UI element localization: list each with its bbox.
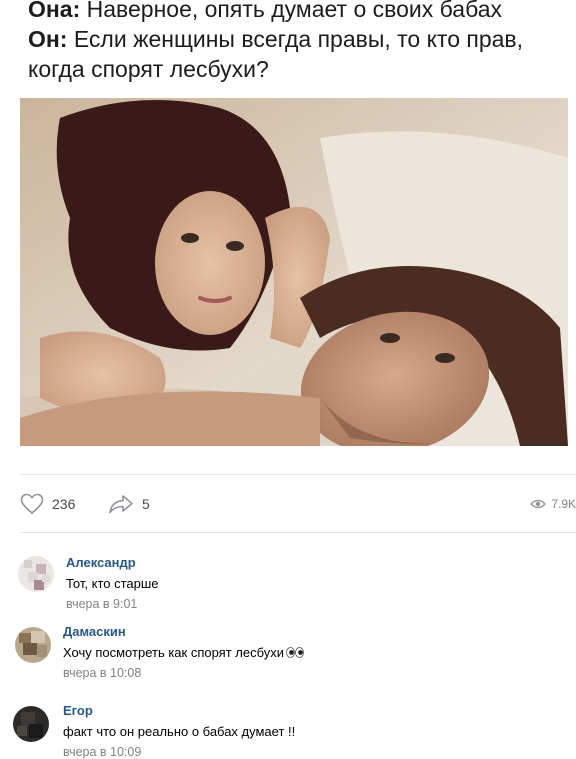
avatar[interactable]	[18, 556, 54, 592]
views-indicator: 7.9K	[530, 488, 576, 520]
avatar-image	[18, 556, 54, 592]
comment-text: Хочу посмотреть как спорят лесбухи	[63, 645, 304, 661]
share-arrow-icon	[109, 495, 133, 514]
avatar[interactable]	[15, 627, 51, 663]
comment-time[interactable]: вчера в 10:08	[63, 666, 141, 680]
comment-text: факт что он реально о бабах думает !!	[63, 724, 296, 739]
speaker-he: Он:	[28, 26, 68, 52]
post-divider-bottom	[20, 532, 576, 533]
caption-line-1: Она: Наверное, опять думает о своих баба…	[28, 0, 568, 24]
share-button[interactable]: 5	[108, 488, 150, 520]
speaker-she: Она:	[28, 0, 81, 22]
share-count: 5	[142, 496, 150, 512]
caption-line-2: Он: Если женщины всегда правы, то кто пр…	[28, 24, 568, 54]
comment-time[interactable]: вчера в 9:01	[66, 597, 137, 611]
eye-icon	[530, 499, 547, 509]
like-count: 236	[52, 496, 76, 512]
post-divider-top	[20, 474, 576, 475]
comment-author[interactable]: Александр	[66, 555, 136, 570]
eyes-emoji-icon	[286, 646, 304, 661]
avatar-image	[15, 627, 51, 663]
post-photo[interactable]	[20, 98, 568, 446]
caption-line-2-text: Если женщины всегда правы, то кто прав,	[67, 26, 524, 52]
comment-time[interactable]: вчера в 10:09	[63, 745, 141, 759]
meme-caption: Она: Наверное, опять думает о своих баба…	[28, 0, 568, 84]
like-button[interactable]: 236	[20, 488, 75, 520]
avatar-image	[13, 706, 49, 742]
comment-text-body: Хочу посмотреть как спорят лесбухи	[63, 645, 285, 660]
view-count: 7.9K	[551, 497, 576, 511]
caption-line-1-text: Наверное, опять думает о своих бабах	[80, 0, 503, 22]
comment-text: Тот, кто старше	[66, 576, 159, 591]
heart-icon	[20, 493, 44, 515]
comment-author[interactable]: Дамаскин	[63, 624, 126, 639]
post-actions-bar: 236 5 7.9K	[20, 488, 576, 520]
comment-author[interactable]: Егор	[63, 703, 93, 718]
couple-in-bed-photo	[20, 98, 568, 446]
avatar[interactable]	[13, 706, 49, 742]
caption-line-3: когда спорят лесбухи?	[28, 56, 269, 82]
